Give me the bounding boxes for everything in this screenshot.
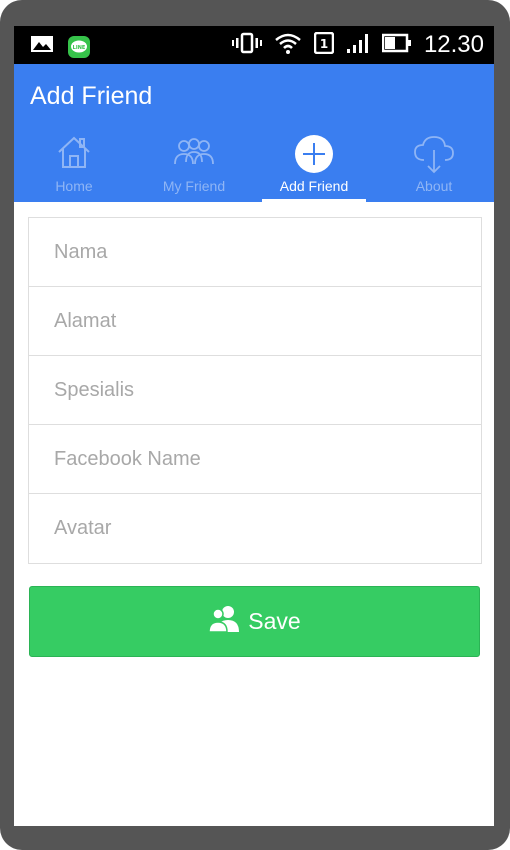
sim-number: 1 [320, 37, 328, 51]
wifi-icon [274, 32, 302, 59]
spesialis-input[interactable] [29, 356, 481, 424]
facebook-name-input[interactable] [29, 425, 481, 493]
vibrate-icon [231, 32, 262, 59]
gallery-icon [30, 34, 54, 59]
users-icon [208, 605, 242, 639]
avatar-input[interactable] [29, 494, 481, 563]
plus-circle-icon [294, 134, 334, 179]
status-bar: LINE 1 12.30 [14, 26, 494, 64]
alamat-input[interactable] [29, 287, 481, 355]
cloud-download-icon [412, 134, 456, 179]
alamat-field [29, 287, 481, 356]
tab-bar: Home My Friend Add Friend About [14, 132, 494, 202]
tab-add-friend[interactable]: Add Friend [254, 132, 374, 202]
status-left-icons: LINE [30, 34, 90, 59]
status-right-icons: 1 12.30 [231, 30, 484, 60]
save-button-label: Save [248, 608, 301, 634]
phone-screen: LINE 1 12.30 Add Friend Home My Friend A… [14, 26, 494, 826]
nama-field [29, 218, 481, 287]
add-friend-form [28, 217, 482, 564]
page-title: Add Friend [30, 82, 153, 110]
facebook-name-field [29, 425, 481, 494]
status-time: 12.30 [423, 31, 484, 58]
friends-icon [172, 134, 216, 175]
line-badge-text: LINE [73, 45, 86, 51]
active-tab-indicator [262, 199, 366, 202]
spesialis-field [29, 356, 481, 425]
tab-my-friend-label: My Friend [162, 178, 226, 194]
avatar-field [29, 494, 481, 563]
home-icon [56, 134, 92, 175]
line-app-icon: LINE [68, 35, 90, 58]
battery-icon [381, 32, 412, 59]
tab-about[interactable]: About [374, 132, 494, 202]
tab-home-label: Home [55, 178, 93, 194]
nama-input[interactable] [29, 218, 481, 286]
tab-about-label: About [415, 178, 453, 194]
signal-icon [346, 32, 370, 59]
tab-home[interactable]: Home [14, 132, 134, 202]
save-button[interactable]: Save [29, 586, 480, 657]
tab-add-friend-label: Add Friend [279, 178, 349, 194]
tab-my-friend[interactable]: My Friend [134, 132, 254, 202]
sim-icon: 1 [313, 31, 335, 59]
app-bar: Add Friend Home My Friend Add Friend Abo… [14, 64, 494, 202]
